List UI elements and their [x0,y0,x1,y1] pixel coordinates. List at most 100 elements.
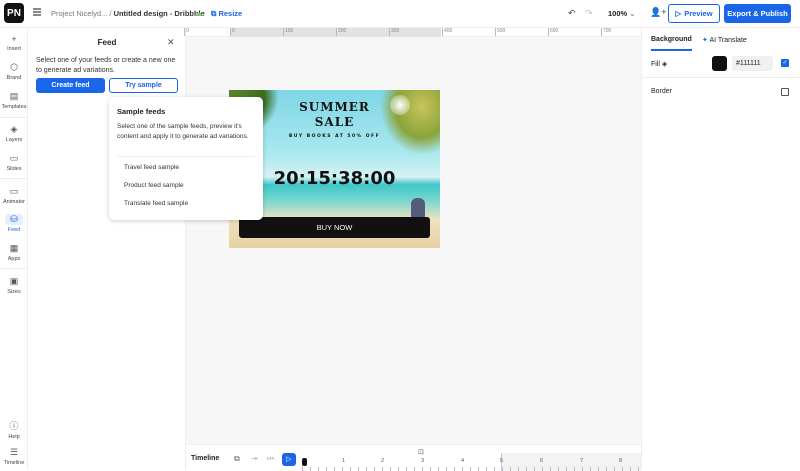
nav-templates[interactable]: ▤ Templates [0,91,28,110]
nav-label: Templates [1,104,27,110]
nav-label: Brand [6,75,22,81]
ruler-tick: 0 [230,28,235,36]
video-icon: ▭ [9,186,19,196]
ruler-tick: 500 [495,28,506,36]
layers-icon: ◈ [10,124,18,134]
nav-label: Sizes [7,289,21,295]
breadcrumb-separator: / [109,9,112,18]
timeline-icon: ☰ [9,447,19,457]
cloud-saved-icon: ☁ [194,8,203,18]
properties-panel: Background ✦ AI Translate Fill ◈ #111111… [641,28,800,470]
travel-feed-sample[interactable]: Travel feed sample [124,164,179,171]
divider [0,268,28,269]
product-feed-sample[interactable]: Product feed sample [124,182,184,189]
grid-icon: ▦ [9,243,19,253]
breadcrumb: Project Nicelyd... / Untitled design - D… [51,9,205,18]
ruler-tick: 300 [389,28,400,36]
slides-icon: ▭ [9,153,19,163]
left-nav: + Insert ⬡ Brand ▤ Templates ◈ Layers ▭ Slide… [0,28,28,470]
panel-description: Select one of your feeds or create a new… [36,57,176,74]
nav-brand[interactable]: ⬡ Brand [0,62,28,81]
nav-label: Apps [7,256,21,262]
design-title[interactable]: Untitled design - Dribbble [114,9,205,18]
ruler-tick: 400 [442,28,453,36]
nav-label: Layers [5,137,23,143]
skip-back-icon[interactable]: ⏮ [267,454,274,464]
project-link[interactable]: Project Nicelyd... [51,9,107,18]
sizes-icon: ▣ [9,276,19,286]
divider [642,77,800,78]
nav-help[interactable]: ⓘ Help [0,419,28,440]
preview-label: Preview [684,9,713,18]
split-icon[interactable]: ⇥ [251,454,258,463]
play-button[interactable]: ▷ [282,453,296,466]
menu-icon[interactable] [33,8,41,16]
help-icon: ⓘ [9,421,19,431]
add-user-icon[interactable]: 👤+ [650,7,666,18]
zoom-select[interactable]: 100% ⌄ [608,9,636,18]
buy-now-button[interactable]: BUY NOW [239,217,430,238]
nav-feed[interactable]: ⛁ Feed [0,214,28,233]
fill-label: Fill ◈ [651,60,667,68]
nav-layers[interactable]: ◈ Layers [0,124,28,143]
nav-sizes[interactable]: ▣ Sizes [0,276,28,295]
fill-hex-input[interactable]: #111111 [732,56,773,71]
nav-label: Animator [2,199,25,205]
project-logo[interactable]: PN [4,3,24,23]
timeline-mark: 6 [540,458,544,464]
ruler-tick: 200 [336,28,347,36]
timeline-mark: 5 [500,458,504,464]
nav-apps[interactable]: ▦ Apps [0,243,28,262]
fill-color-swatch[interactable] [712,56,727,71]
timeline-bar: Timeline ⧉ ⇥ ⏮ ▷ 1 2 3 4 5 6 7 8 ⊡ [186,444,641,471]
close-icon[interactable]: ✕ [167,37,175,48]
export-publish-button[interactable]: Export & Publish [724,4,791,23]
brand-icon: ⬡ [10,62,18,72]
chevron-down-icon: ⌄ [629,9,636,18]
top-bar: PN Project Nicelyd... / Untitled design … [0,0,800,28]
play-icon: ▷ [675,9,682,18]
nav-label: Feed [7,227,21,233]
nav-label: Slides [6,166,22,172]
redo-icon[interactable]: ↷ [585,8,593,19]
timeline-mark: 1 [342,458,346,464]
horizontal-ruler: 0 0 100 200 300 400 500 600 700 [184,28,641,37]
playhead[interactable] [302,458,307,466]
timeline-mark: 8 [619,458,623,464]
border-checkbox[interactable] [781,88,789,96]
tab-label: AI Translate [709,37,747,44]
nav-insert[interactable]: + Insert [0,34,28,52]
cat-image [411,198,425,218]
fill-checkbox[interactable]: ✓ [781,59,789,67]
popup-title: Sample feeds [117,107,166,116]
frame-capture-icon[interactable]: ⊡ [418,448,424,456]
create-feed-button[interactable]: Create feed [36,78,105,93]
nav-timeline[interactable]: ☰ Timeline [0,447,28,466]
undo-icon[interactable]: ↶ [568,8,576,19]
resize-label: Resize [218,9,243,18]
fill-text: Fill [651,61,660,68]
templates-icon: ▤ [9,91,19,101]
divider [117,156,255,157]
panel-title: Feed [97,38,117,47]
zoom-value: 100% [608,9,628,18]
nav-slides[interactable]: ▭ Slides [0,153,28,172]
divider [0,117,28,118]
timeline-track[interactable]: 1 2 3 4 5 6 7 8 [302,453,641,471]
nav-label: Help [8,434,20,440]
tab-background[interactable]: Background [651,36,692,51]
translate-feed-sample[interactable]: Translate feed sample [124,200,188,207]
timeline-mark: 3 [421,458,425,464]
copy-icon[interactable]: ⧉ [234,454,240,464]
nav-animator[interactable]: ▭ Animator [0,186,28,205]
tab-ai-translate[interactable]: ✦ AI Translate [702,36,747,44]
target-icon: ◈ [661,61,668,68]
timeline-label: Timeline [191,455,220,462]
try-sample-button[interactable]: Try sample [109,78,178,93]
plus-icon: + [11,34,17,44]
preview-button[interactable]: ▷ Preview [668,4,720,23]
border-label: Border [651,88,673,95]
sample-feeds-popup: Sample feeds Select one of the sample fe… [109,97,263,220]
ruler-tick: 700 [601,28,612,36]
resize-button[interactable]: ⧉ Resize [211,9,242,19]
